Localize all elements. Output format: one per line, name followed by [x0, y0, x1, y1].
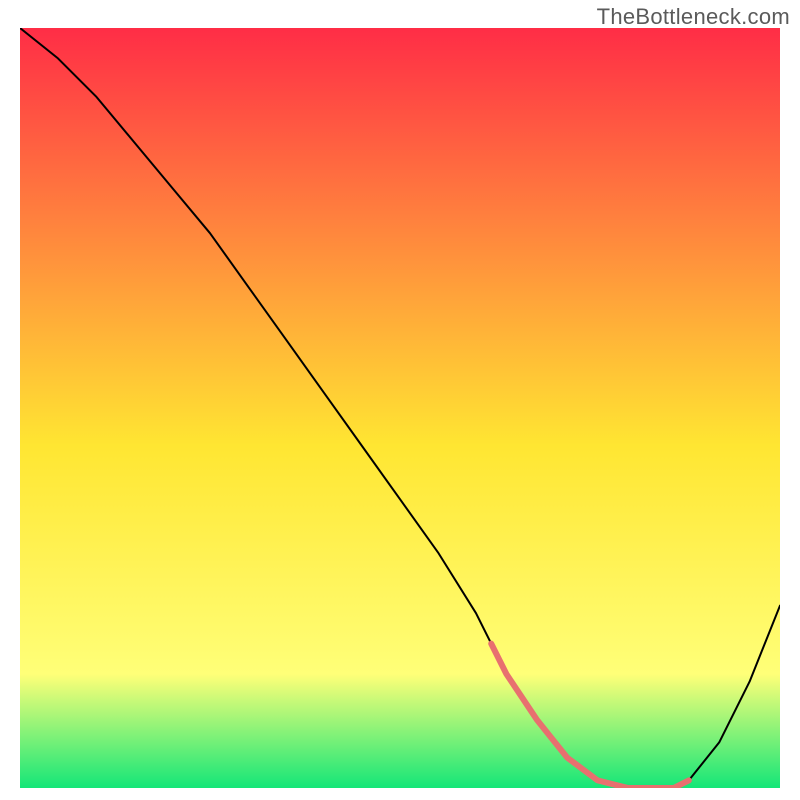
- plot-area: [20, 28, 780, 788]
- chart-svg: [20, 28, 780, 788]
- watermark-text: TheBottleneck.com: [597, 4, 790, 30]
- chart-root: TheBottleneck.com: [0, 0, 800, 800]
